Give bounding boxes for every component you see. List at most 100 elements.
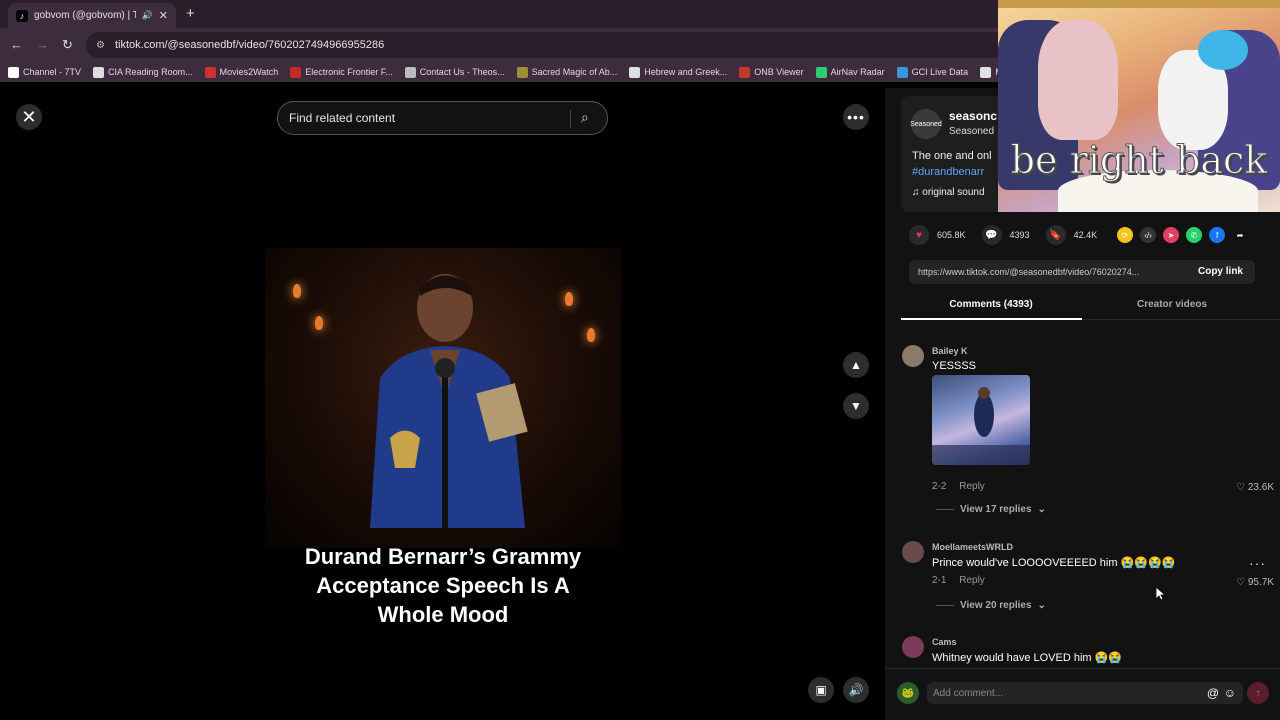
bookmark-item[interactable]: GCI Live Data	[896, 66, 968, 78]
active-tab-indicator	[901, 318, 1082, 320]
address-bar[interactable]: ⚙ tiktok.com/@seasonedbf/video/760202749…	[86, 32, 1086, 58]
tab-creator-videos[interactable]: Creator videos	[1082, 299, 1262, 310]
bookmark-favicon-icon	[8, 66, 19, 78]
share-arrow-icon[interactable]: ➦	[1232, 227, 1248, 243]
bookmark-favicon-icon	[980, 66, 992, 78]
volume-icon[interactable]: 🔊	[843, 677, 869, 703]
comment-text: Prince would've LOOOOVEEEED him 😭😭😭😭	[932, 557, 1176, 569]
pip-overlay: be right back	[998, 0, 1280, 212]
search-placeholder: Find related content	[289, 111, 396, 125]
video-link-text: https://www.tiktok.com/@seasonedbf/video…	[918, 267, 1140, 277]
bookmark-item[interactable]: Hebrew and Greek...	[629, 66, 727, 78]
reload-icon[interactable]: ↻	[62, 37, 73, 53]
comment-item: Bailey K YESSSS 2-2 Reply ♡ 23.6K View 1…	[902, 345, 1280, 525]
close-icon[interactable]: ✕	[16, 104, 42, 130]
add-comment-bar: 🐸 Add comment... @ ☺ ↑	[885, 668, 1280, 720]
mouse-cursor-icon	[1156, 587, 1166, 601]
facebook-icon[interactable]: f	[1209, 227, 1226, 243]
comment-text: YESSSS	[932, 360, 977, 372]
comment-item: MoellameetsWRLD Prince would've LOOOOVEE…	[902, 541, 1280, 621]
back-arrow-icon[interactable]: ←	[10, 37, 23, 52]
embed-icon[interactable]: ‹/›	[1140, 227, 1157, 243]
author-name[interactable]: seasonc	[949, 109, 997, 123]
view-replies-button[interactable]: View 20 replies ⌄	[936, 600, 1046, 611]
save-button[interactable]: 🔖 42.4K	[1045, 225, 1098, 245]
chevron-down-icon[interactable]: ▼	[843, 393, 869, 419]
comment-more-icon[interactable]: ···	[1249, 555, 1266, 571]
video-player[interactable]: Durand Bernarr’s Grammy Acceptance Speec…	[265, 88, 621, 720]
tab-close-icon[interactable]: ✕	[159, 9, 168, 22]
flame-decor	[293, 284, 301, 298]
browser-tab[interactable]: ♪ gobvom (@gobvom) | TikTo 🔊 ✕	[8, 3, 176, 28]
tiktok-favicon-icon: ♪	[16, 9, 28, 22]
view-replies-button[interactable]: View 17 replies ⌄	[936, 504, 1046, 515]
search-input[interactable]: Find related content ⌕	[277, 101, 608, 135]
commenter-name[interactable]: MoellameetsWRLD	[932, 542, 1013, 552]
pip-overlay-text: be right back	[1010, 138, 1268, 183]
emoji-icon[interactable]: ☺	[1224, 686, 1236, 700]
author-nickname: Seasoned	[949, 126, 995, 137]
comment-like[interactable]: ♡ 95.7K	[1236, 577, 1274, 588]
tab-comments[interactable]: Comments (4393)	[901, 299, 1081, 310]
comment-text: Whitney would have LOVED him 😭😭	[932, 652, 1123, 664]
whatsapp-icon[interactable]: ✆	[1186, 227, 1203, 243]
author-avatar[interactable]: Seasoned	[910, 109, 942, 139]
bookmark-favicon-icon	[204, 66, 216, 78]
bookmark-item[interactable]: Contact Us - Theos...	[404, 66, 505, 78]
reply-button[interactable]: Reply	[959, 481, 985, 492]
repost-icon[interactable]: ⟳	[1117, 227, 1134, 243]
copy-link-box[interactable]: https://www.tiktok.com/@seasonedbf/video…	[909, 260, 1255, 284]
mini-player-icon[interactable]: ▣	[808, 677, 834, 703]
commenter-avatar[interactable]	[902, 541, 924, 563]
commenter-name[interactable]: Bailey K	[932, 346, 968, 356]
comment-button[interactable]: 💬 4393	[981, 225, 1030, 245]
heart-icon: ♥	[909, 225, 929, 245]
video-caption: Durand Bernarr’s Grammy Acceptance Speec…	[265, 542, 621, 629]
bookmark-item[interactable]: Sacred Magic of Ab...	[516, 66, 617, 78]
more-options-icon[interactable]: •••	[843, 104, 869, 130]
bookmark-item[interactable]: Channel - 7TV	[8, 66, 81, 78]
search-icon[interactable]: ⌕	[581, 109, 589, 126]
bookmark-item[interactable]: Movies2Watch	[204, 66, 278, 78]
like-button[interactable]: ♥ 605.8K	[909, 225, 966, 245]
post-comment-button[interactable]: ↑	[1247, 682, 1269, 704]
bookmark-item[interactable]: AirNav Radar	[815, 66, 885, 78]
search-divider	[570, 110, 571, 128]
bookmark-favicon-icon	[93, 66, 105, 78]
new-tab-button[interactable]: +	[186, 5, 195, 22]
bookmark-item[interactable]: Electronic Frontier F...	[290, 66, 393, 78]
forward-arrow-icon[interactable]: →	[36, 37, 49, 52]
user-avatar[interactable]: 🐸	[897, 682, 919, 704]
bookmark-favicon-icon	[896, 66, 908, 78]
save-count: 42.4K	[1073, 230, 1098, 240]
bookmark-label: ONB Viewer	[754, 67, 804, 77]
comment-image[interactable]	[932, 375, 1030, 465]
bookmark-item[interactable]: CIA Reading Room...	[93, 66, 193, 78]
bookmark-label: Contact Us - Theos...	[419, 67, 505, 77]
divider-line	[936, 509, 954, 510]
comment-like[interactable]: ♡ 23.6K	[1236, 482, 1274, 493]
commenter-avatar[interactable]	[902, 345, 924, 367]
hashtag-link[interactable]: #durandbenarr	[912, 166, 984, 178]
reply-button[interactable]: Reply	[959, 575, 985, 586]
send-icon[interactable]: ➤	[1163, 227, 1180, 243]
comment-image-content	[932, 387, 1030, 465]
view-replies-label: View 20 replies	[960, 600, 1032, 611]
music-link[interactable]: ♫ original sound	[912, 187, 985, 198]
bookmark-favicon-icon	[290, 66, 302, 78]
bookmark-item[interactable]: ONB Viewer	[739, 66, 804, 78]
speaker-icon[interactable]: 🔊	[142, 10, 153, 21]
mention-icon[interactable]: @	[1207, 686, 1219, 700]
bookmark-favicon-icon	[629, 66, 641, 78]
comment-input[interactable]: Add comment... @ ☺	[927, 682, 1243, 704]
divider-line	[936, 605, 954, 606]
comment-meta: 2-1 Reply	[932, 575, 985, 586]
chevron-down-icon: ⌄	[1037, 600, 1046, 611]
commenter-avatar[interactable]	[902, 636, 924, 658]
copy-link-button[interactable]: Copy link	[1198, 266, 1243, 277]
flame-decor	[587, 328, 595, 342]
commenter-name[interactable]: Cams	[932, 637, 957, 647]
chevron-up-icon[interactable]: ▲	[843, 352, 869, 378]
comment-date: 2-1	[932, 575, 947, 586]
site-info-icon[interactable]: ⚙	[96, 40, 105, 51]
